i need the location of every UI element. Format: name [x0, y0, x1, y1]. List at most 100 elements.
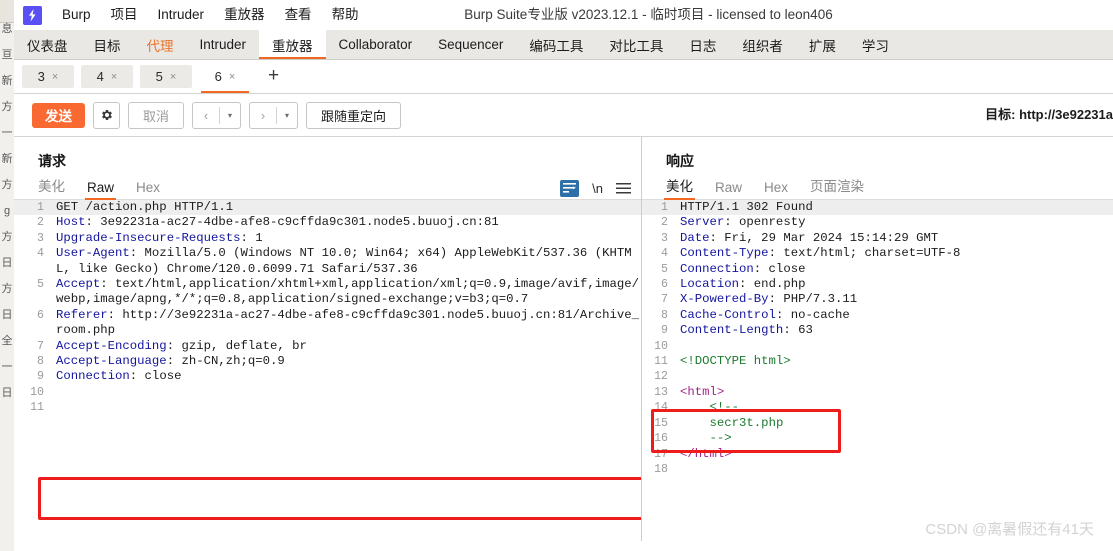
- menu-bar: Burp 项目 Intruder 重放器 查看 帮助 Burp Suite专业版…: [14, 0, 1113, 30]
- repeater-tab-4[interactable]: 4 ×: [81, 65, 133, 88]
- menu-item-burp[interactable]: Burp: [52, 0, 101, 30]
- menu-item-repeater[interactable]: 重放器: [214, 0, 275, 30]
- hamburger-menu-icon[interactable]: [616, 183, 631, 194]
- close-icon[interactable]: ×: [52, 71, 58, 83]
- tab-learn[interactable]: 学习: [849, 30, 902, 59]
- code-line: 10: [14, 385, 641, 400]
- request-line-number: 1: [37, 201, 44, 214]
- tab-repeater[interactable]: 重放器: [259, 30, 326, 59]
- repeater-tab-label: 5: [155, 69, 163, 84]
- code-line: 1 HTTP/1.1 302 Found: [642, 200, 1113, 216]
- close-icon[interactable]: ×: [111, 71, 117, 83]
- code-line-text: Server: openresty: [680, 215, 806, 230]
- tab-collaborator[interactable]: Collaborator: [326, 30, 426, 59]
- response-tab-render[interactable]: 页面渲染: [810, 175, 864, 199]
- repeater-tab-6[interactable]: 6 ×: [199, 65, 251, 93]
- response-line-number: 16: [654, 432, 668, 446]
- forward-history-button[interactable]: › ▾: [249, 101, 299, 129]
- repeater-tab-3[interactable]: 3 ×: [22, 65, 74, 88]
- code-line-text: Host: 3e92231a-ac27-4dbe-afe8-c9cffda9c3…: [56, 215, 499, 230]
- request-tab-hex[interactable]: Hex: [136, 180, 160, 199]
- background-window-titlebar: [0, 0, 14, 23]
- response-line-number: 9: [661, 324, 668, 338]
- response-line-number: 7: [661, 293, 668, 307]
- tab-sequencer[interactable]: Sequencer: [425, 30, 516, 59]
- menu-item-view[interactable]: 查看: [275, 0, 322, 30]
- code-line-text: X-Powered-By: PHP/7.3.11: [680, 292, 858, 307]
- tab-proxy[interactable]: 代理: [134, 30, 187, 59]
- code-line-text: <!DOCTYPE html>: [680, 354, 791, 369]
- burp-suite-window: Burp 项目 Intruder 重放器 查看 帮助 Burp Suite专业版…: [14, 0, 1113, 551]
- response-editor[interactable]: 1 HTTP/1.1 302 Found 2 Server: openresty 3 Da…: [642, 200, 1113, 522]
- send-button[interactable]: 发送: [32, 102, 85, 128]
- response-line-number: 5: [661, 262, 668, 276]
- tab-extensions[interactable]: 扩展: [796, 30, 849, 59]
- response-line-number: 18: [654, 462, 668, 476]
- menu-item-intruder[interactable]: Intruder: [148, 0, 215, 30]
- code-line: 14 <!--: [642, 400, 1113, 415]
- code-line-text: Cache-Control: no-cache: [680, 307, 850, 322]
- background-window-char: 一: [1, 361, 13, 373]
- code-line: 8 Accept-Language: zh-CN,zh;q=0.9: [14, 354, 641, 369]
- tab-target[interactable]: 目标: [81, 30, 134, 59]
- repeater-tab-5[interactable]: 5 ×: [140, 65, 192, 88]
- background-window-char: 一: [1, 127, 13, 139]
- newline-icon[interactable]: \n: [592, 181, 603, 196]
- add-tab-button[interactable]: +: [262, 66, 285, 88]
- response-tab-pretty[interactable]: 美化: [664, 175, 695, 200]
- menu-item-project[interactable]: 项目: [101, 0, 148, 30]
- code-line-text: secr3t.php: [680, 415, 784, 430]
- request-line-number: 10: [30, 385, 44, 399]
- code-line-text: Upgrade-Insecure-Requests: 1: [56, 230, 263, 245]
- response-line-number: 1: [661, 201, 668, 214]
- code-line: 17 </html>: [642, 447, 1113, 462]
- response-tab-raw[interactable]: Raw: [715, 180, 742, 199]
- code-line-text: <html>: [680, 384, 725, 399]
- code-line-text: Accept: text/html,application/xhtml+xml,…: [56, 277, 639, 307]
- word-wrap-icon[interactable]: [560, 180, 580, 197]
- follow-redirect-button[interactable]: 跟随重定向: [306, 101, 402, 129]
- code-line: 15 secr3t.php: [642, 416, 1113, 431]
- code-line-text: Date: Fri, 29 Mar 2024 15:14:29 GMT: [680, 230, 939, 245]
- close-icon[interactable]: ×: [170, 71, 176, 83]
- response-tab-hex[interactable]: Hex: [764, 180, 788, 199]
- request-line-number: 8: [37, 355, 44, 369]
- background-window-char: 方: [1, 231, 13, 243]
- chevron-right-icon[interactable]: ›: [250, 103, 276, 128]
- gear-icon[interactable]: [93, 101, 120, 129]
- response-line-number: 17: [654, 447, 668, 461]
- tab-organizer[interactable]: 组织者: [729, 30, 796, 59]
- response-line-number: 4: [661, 247, 668, 261]
- request-line-number: 4: [37, 247, 44, 261]
- code-line: 12: [642, 369, 1113, 384]
- request-tab-bar: 美化 Raw Hex \n: [14, 173, 641, 200]
- request-tab-pretty[interactable]: 美化: [38, 175, 65, 199]
- chevron-left-icon[interactable]: ‹: [193, 103, 219, 128]
- code-line: 2 Server: openresty: [642, 215, 1113, 230]
- chevron-down-icon[interactable]: ▾: [220, 103, 240, 128]
- request-title: 请求: [38, 153, 66, 169]
- back-history-button[interactable]: ‹ ▾: [192, 101, 242, 129]
- response-line-number: 12: [654, 370, 668, 384]
- code-line: 7 X-Powered-By: PHP/7.3.11: [642, 292, 1113, 307]
- background-window-char: 方: [1, 101, 13, 113]
- request-tab-raw[interactable]: Raw: [84, 180, 117, 200]
- tab-logger[interactable]: 日志: [676, 30, 729, 59]
- menu-item-help[interactable]: 帮助: [322, 0, 369, 30]
- tab-dashboard[interactable]: 仪表盘: [14, 30, 81, 59]
- close-icon[interactable]: ×: [229, 71, 235, 83]
- editor-panes: 请求 美化 Raw Hex \n 1 GET /action.php HTTP/…: [14, 136, 1113, 541]
- code-line-text: Connection: close: [56, 369, 182, 384]
- request-editor[interactable]: 1 GET /action.php HTTP/1.1 2 Host: 3e92231a…: [14, 200, 641, 522]
- tab-intruder[interactable]: Intruder: [187, 30, 260, 59]
- code-line: 13 <html>: [642, 385, 1113, 400]
- background-window-char: 息: [1, 23, 13, 35]
- code-line-text: HTTP/1.1 302 Found: [680, 200, 813, 214]
- code-line: 9 Content-Length: 63: [642, 323, 1113, 338]
- tab-comparer[interactable]: 对比工具: [596, 30, 676, 59]
- code-line-text: Accept-Language: zh-CN,zh;q=0.9: [56, 354, 285, 369]
- cancel-button[interactable]: 取消: [128, 101, 185, 129]
- chevron-down-icon[interactable]: ▾: [277, 103, 297, 128]
- background-window-char: 日: [1, 309, 13, 321]
- tab-decoder[interactable]: 编码工具: [516, 30, 596, 59]
